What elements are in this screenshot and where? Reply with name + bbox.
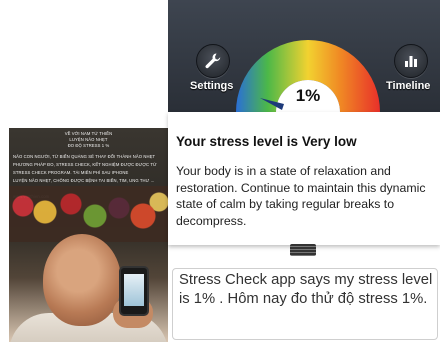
caption-text: Stress Check app says my stress level is… (179, 272, 433, 307)
settings-label[interactable]: Settings (190, 80, 233, 92)
stress-result-card: Your stress level is Very low Your body … (168, 112, 440, 245)
stress-check-app: Settings Timeline 1% Your stress level i… (168, 0, 440, 342)
gauge-header: Settings Timeline 1% (168, 0, 440, 112)
stress-level-description: Your body is in a state of relaxation an… (176, 164, 426, 228)
timeline-button[interactable] (394, 44, 428, 78)
settings-button[interactable] (196, 44, 230, 78)
stress-level-title: Your stress level is Very low (176, 134, 357, 149)
photo-text-line: LUYỆN NÃO NHẸT, CHỐNG ĐƯỢC BỆNH TAI BIẾN… (13, 178, 155, 183)
drag-handle-icon[interactable] (290, 244, 316, 256)
stress-percent-readout: 1% (295, 86, 321, 105)
photo-text-line: PHƯƠNG PHÁP ĐO, STRESS CHECK, KẾT NGHIỆM… (13, 162, 157, 167)
phone-screen (124, 274, 144, 306)
phone-image (119, 266, 149, 316)
timeline-label[interactable]: Timeline (386, 80, 430, 92)
bar-chart-icon (405, 56, 417, 67)
fruit-basket-image (9, 186, 168, 242)
photo-text-line: NÃO CON NGƯỜI, TỪ BIỂN QUẢNG SẼ THAY ĐỔI… (13, 154, 156, 159)
promo-photo: VỀ VỚI NAM TỬ THIỀN LUYỆN NÃO NHẸT ĐO ĐỘ… (9, 128, 168, 342)
wrench-icon (205, 53, 221, 69)
person-head (43, 234, 121, 326)
photo-text-line: ĐO ĐỘ STRESS 1 % (67, 143, 110, 148)
photo-text-line: STRESS CHECK PROGRAM. TẢI MIỄN PHÍ SAU I… (13, 170, 129, 175)
caption-text-box[interactable]: Stress Check app says my stress level is… (172, 268, 438, 340)
